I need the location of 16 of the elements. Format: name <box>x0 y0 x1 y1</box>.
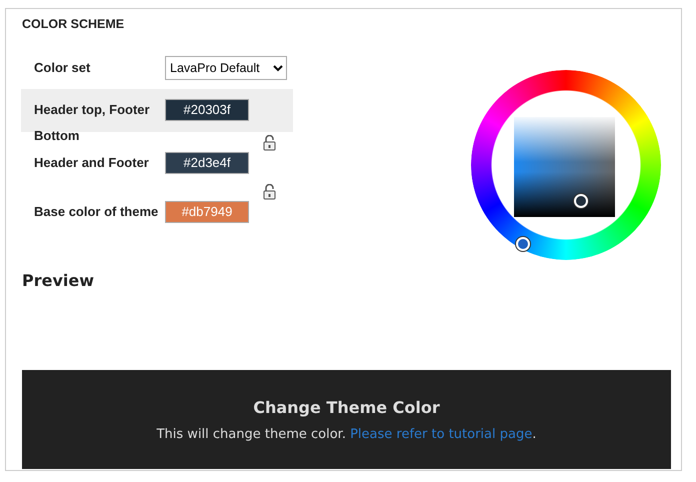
hue-handle[interactable] <box>516 237 530 251</box>
color-set-dropdown[interactable]: LavaPro Default <box>165 56 287 80</box>
color-input[interactable]: #2d3e4f <box>165 152 249 174</box>
color-input[interactable]: #20303f <box>165 99 249 121</box>
field-label: Base color of theme <box>34 203 160 221</box>
padlock-icon[interactable] <box>263 135 276 151</box>
field-label: Color set <box>34 58 92 76</box>
field-label: Header and Footer <box>34 154 150 172</box>
section-title: COLOR SCHEME <box>22 17 124 31</box>
preview-heading: Preview <box>22 271 96 290</box>
field-label: Header top, Footer Bottom <box>34 101 151 145</box>
shade-handle[interactable] <box>574 194 588 208</box>
banner-title: Change Theme Color <box>253 398 440 417</box>
tutorial-link[interactable]: Please refer to tutorial page <box>350 427 532 442</box>
banner-text: This will change theme color. Please refer to tutorial page. <box>156 427 538 442</box>
padlock-icon[interactable] <box>263 184 276 200</box>
